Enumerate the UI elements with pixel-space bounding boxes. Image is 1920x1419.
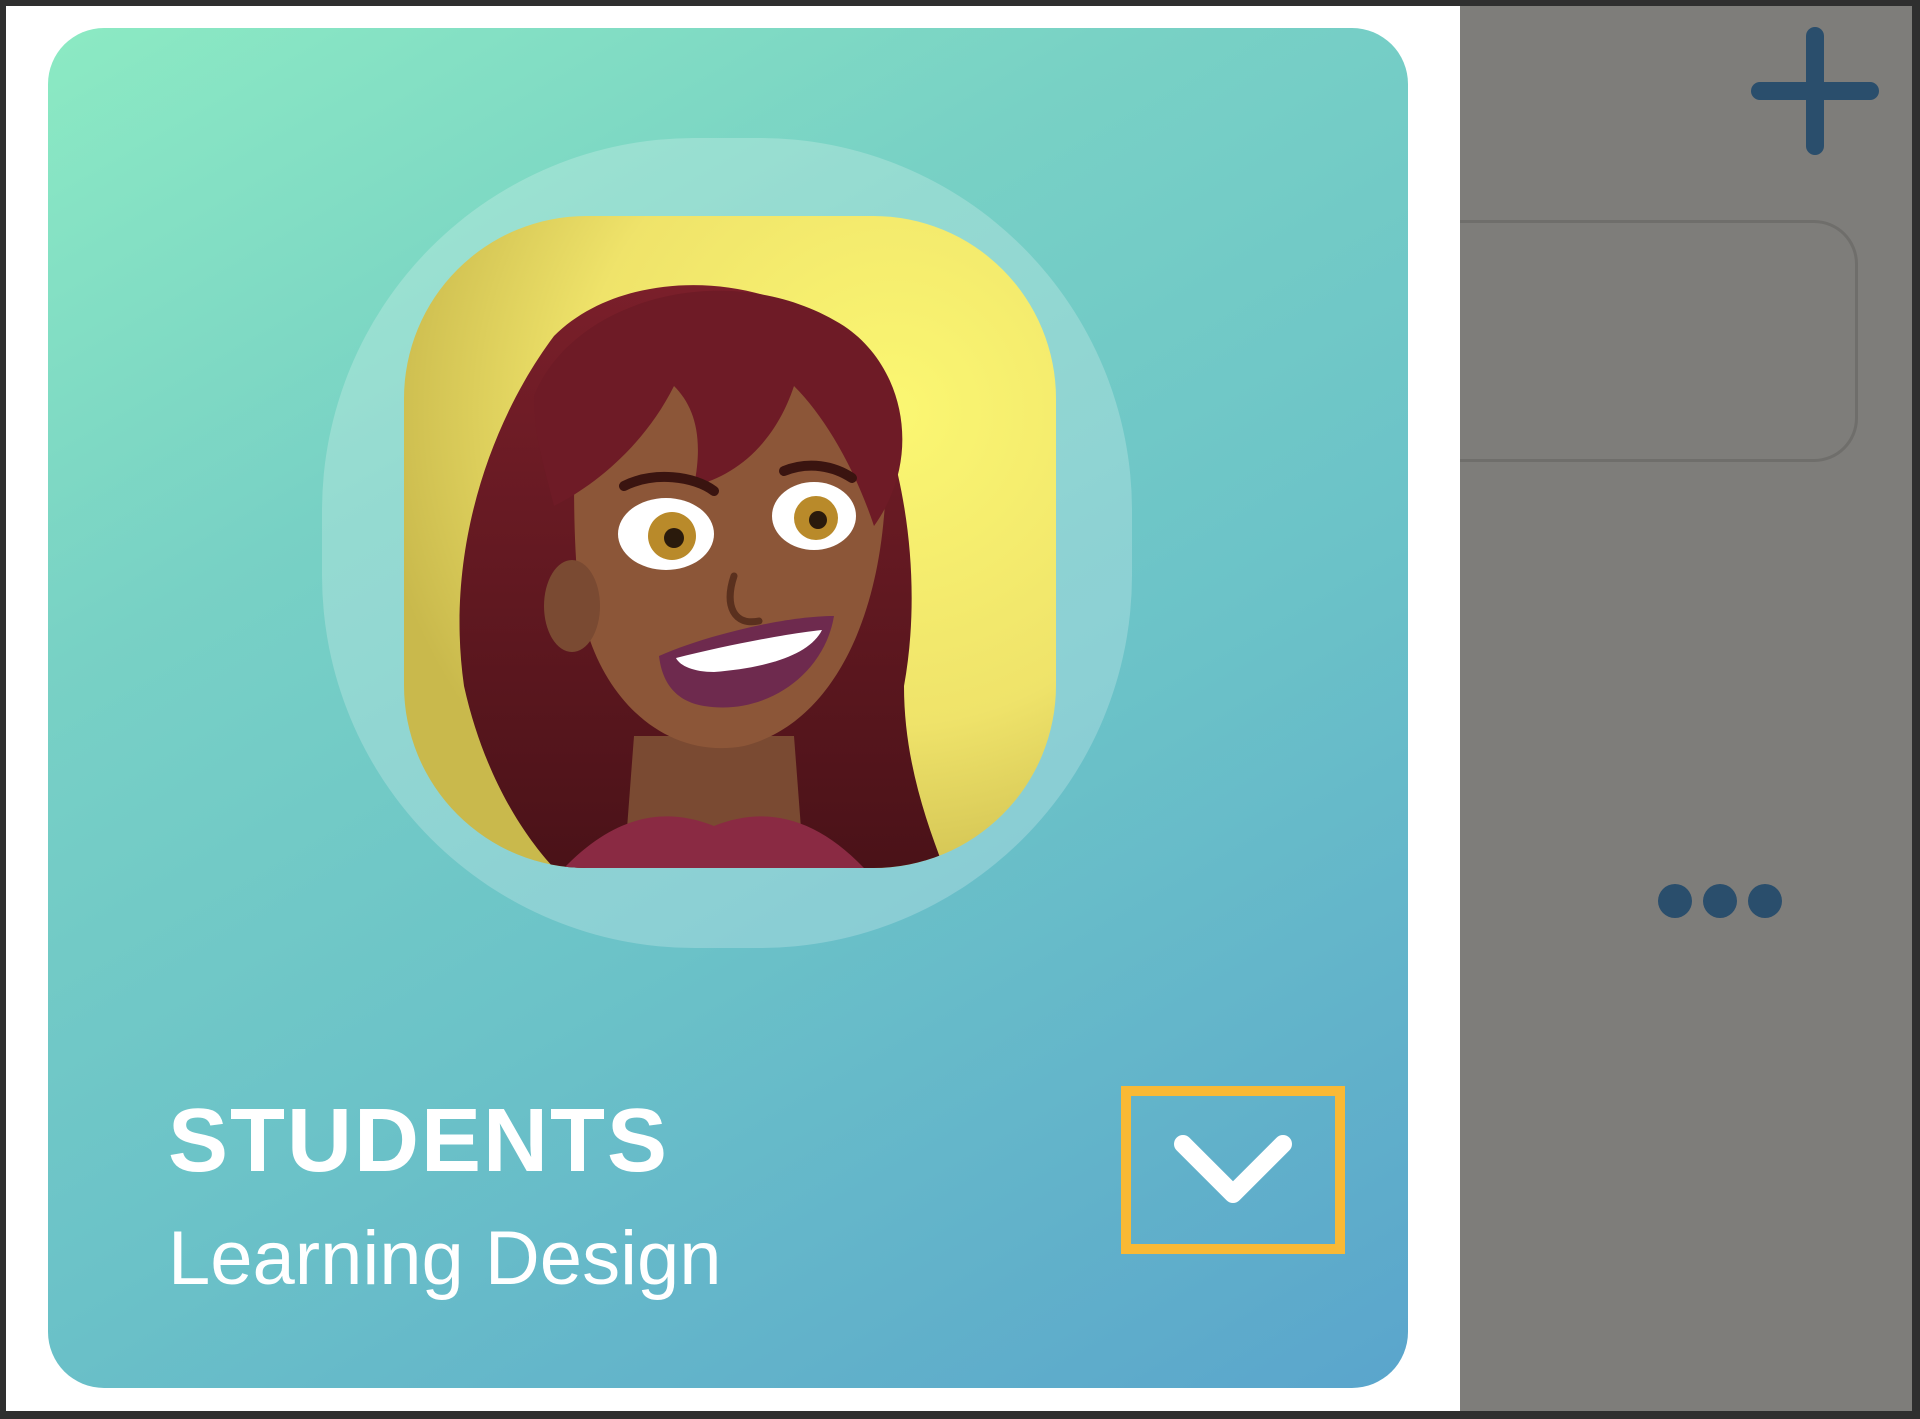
app-window: STUDENTS Learning Design bbox=[6, 6, 1912, 1411]
student-avatar-icon bbox=[404, 216, 1056, 868]
card-subtitle: Learning Design bbox=[168, 1216, 722, 1301]
chevron-down-icon bbox=[1174, 1135, 1292, 1203]
course-card[interactable]: STUDENTS Learning Design bbox=[48, 28, 1408, 1388]
card-title: STUDENTS bbox=[168, 1091, 670, 1191]
more-options-button[interactable] bbox=[1650, 866, 1790, 936]
panel-field[interactable] bbox=[1460, 220, 1858, 462]
more-horizontal-icon bbox=[1658, 884, 1782, 918]
plus-icon bbox=[1751, 27, 1879, 155]
add-button[interactable] bbox=[1750, 26, 1880, 156]
expand-button[interactable] bbox=[1121, 1086, 1345, 1254]
side-panel bbox=[1460, 6, 1912, 1411]
